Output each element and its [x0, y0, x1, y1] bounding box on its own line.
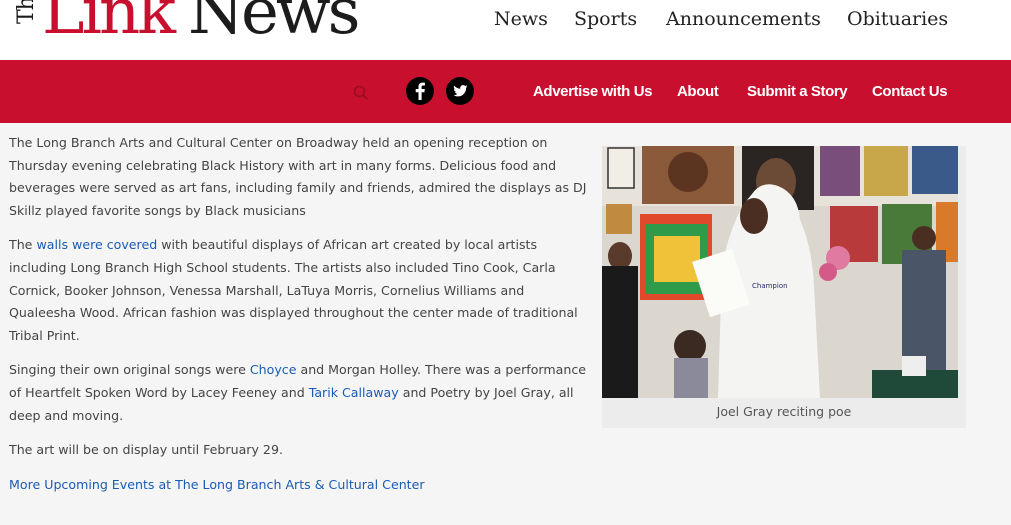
- article-paragraph: The walls were covered with beautiful di…: [9, 234, 594, 347]
- main-nav: News Sports Announcements Obituaries: [0, 8, 1011, 34]
- twitter-icon[interactable]: [446, 77, 474, 105]
- nav-about[interactable]: About: [677, 83, 719, 100]
- nav-submit-story[interactable]: Submit a Story: [747, 83, 848, 100]
- article-body: The Long Branch Arts and Cultural Center…: [9, 132, 594, 508]
- nav-news[interactable]: News: [494, 8, 548, 30]
- more-events-link[interactable]: More Upcoming Events at The Long Branch …: [9, 477, 425, 492]
- nav-sports[interactable]: Sports: [574, 8, 637, 30]
- secondary-nav-bar: Advertise with Us About Submit a Story C…: [0, 60, 1011, 123]
- nav-advertise[interactable]: Advertise with Us: [533, 83, 652, 100]
- nav-announcements[interactable]: Announcements: [666, 8, 821, 30]
- nav-obituaries[interactable]: Obituaries: [847, 8, 948, 30]
- text-run: Singing their own original songs were: [9, 362, 250, 378]
- article-figure: Champion Joel Gray reciting poe: [602, 146, 966, 428]
- choyce-link[interactable]: Choyce: [250, 362, 297, 377]
- site-header: The Link News News Sports Announcements …: [0, 0, 1011, 60]
- search-icon[interactable]: [352, 84, 370, 102]
- article-paragraph: The Long Branch Arts and Cultural Center…: [9, 135, 587, 218]
- article-photo[interactable]: Champion: [602, 146, 958, 398]
- facebook-icon[interactable]: [406, 77, 434, 105]
- photo-caption: Joel Gray reciting poe: [716, 404, 852, 419]
- article-paragraph: The art will be on display until Februar…: [9, 442, 283, 458]
- hoodie-text: Champion: [752, 282, 788, 290]
- tarik-callaway-link[interactable]: Tarik Callaway: [309, 385, 399, 400]
- text-run: with beautiful displays of African art c…: [9, 237, 578, 343]
- article-paragraph: More Upcoming Events at The Long Branch …: [9, 474, 594, 497]
- text-run: The: [9, 237, 37, 253]
- nav-contact[interactable]: Contact Us: [872, 83, 948, 100]
- walls-link[interactable]: walls were covered: [36, 237, 157, 252]
- article-paragraph: Singing their own original songs were Ch…: [9, 359, 594, 427]
